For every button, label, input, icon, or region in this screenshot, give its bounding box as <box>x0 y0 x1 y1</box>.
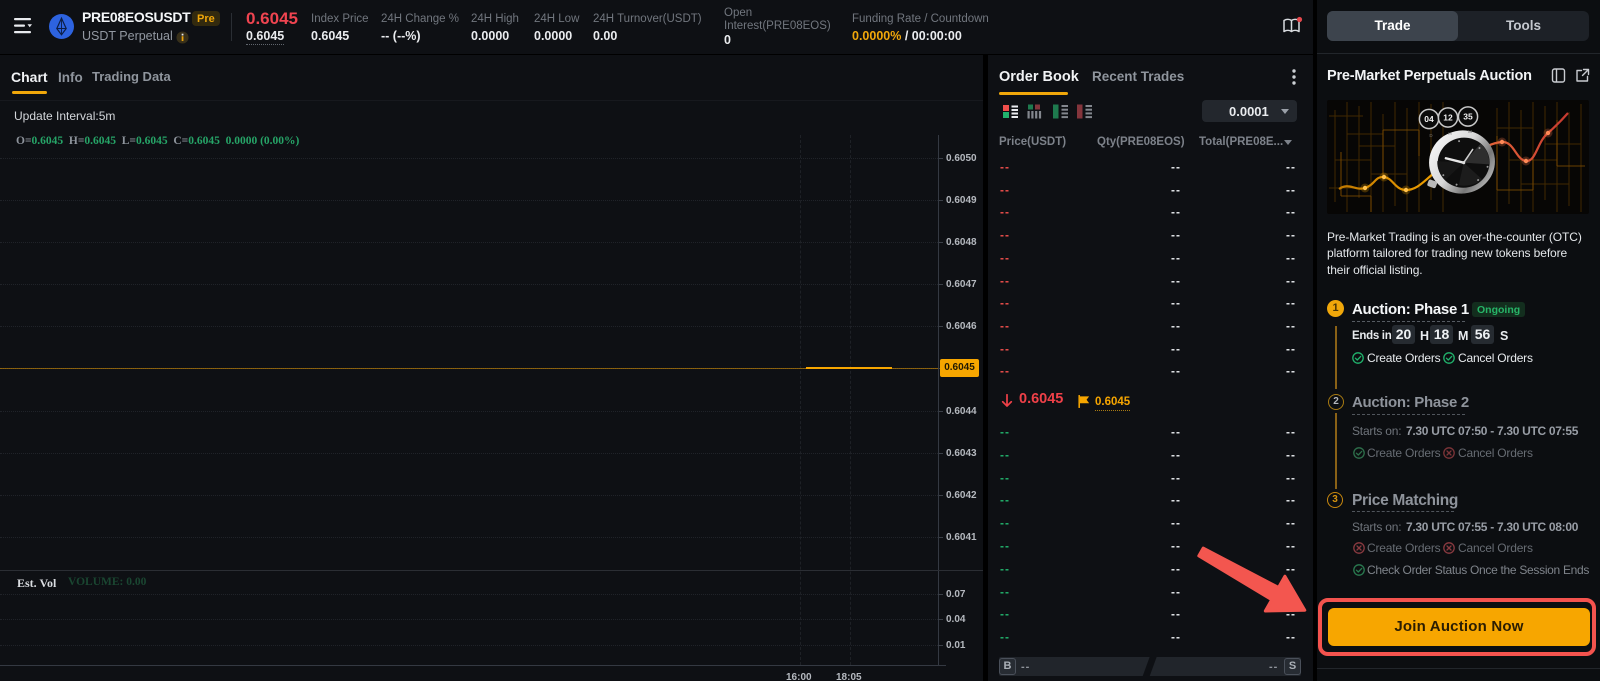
svg-text:12: 12 <box>1443 113 1453 123</box>
svg-text:35: 35 <box>1463 112 1473 122</box>
svg-text:M: M <box>1468 129 1472 134</box>
svg-text:H: H <box>1448 131 1451 136</box>
svg-text:04: 04 <box>1424 114 1434 124</box>
